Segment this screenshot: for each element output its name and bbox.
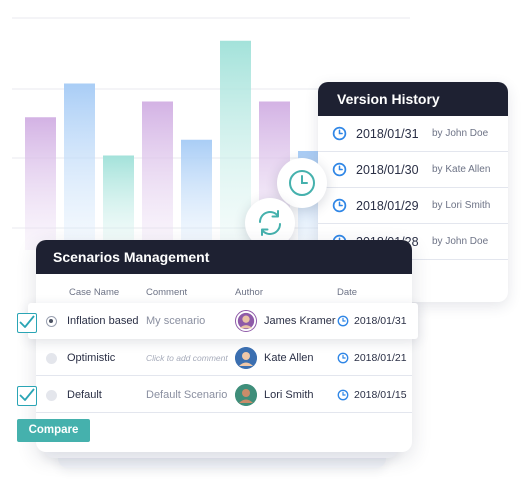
version-history-title: Version History	[318, 82, 508, 116]
case-author: Kate Allen	[264, 352, 314, 364]
column-header-date: Date	[337, 287, 358, 298]
history-clock-button[interactable]	[277, 158, 327, 208]
clock-icon	[332, 198, 347, 213]
scenarios-title: Scenarios Management	[36, 240, 412, 274]
version-author: by John Doe	[432, 236, 489, 247]
version-date: 2018/01/29	[356, 198, 419, 213]
clock-icon	[332, 126, 347, 141]
column-header-comment: Comment	[146, 287, 188, 298]
column-header-author: Author	[235, 287, 263, 298]
row-checkbox[interactable]	[17, 313, 37, 333]
table-row[interactable]: Optimistic Click to add comment Kate Allen…	[36, 340, 412, 376]
case-name: Optimistic	[67, 352, 116, 364]
case-author: Lori Smith	[264, 389, 314, 401]
background-bar	[181, 139, 212, 250]
column-header-case-name: Case Name	[69, 287, 120, 298]
case-date: 2018/01/31	[354, 315, 407, 327]
version-author: by John Doe	[432, 128, 489, 139]
clock-icon	[337, 352, 349, 364]
version-author: by Lori Smith	[432, 200, 491, 211]
version-date: 2018/01/30	[356, 162, 419, 177]
background-bar	[142, 101, 173, 250]
avatar	[235, 347, 257, 369]
version-date: 2018/01/31	[356, 126, 419, 141]
version-entry[interactable]: 2018/01/29 by Lori Smith	[318, 188, 508, 224]
checkmark-icon	[19, 388, 35, 401]
row-radio[interactable]	[46, 352, 57, 364]
table-row[interactable]: Inflation based My scenario James Kramer 20…	[28, 303, 418, 339]
version-entry[interactable]: 2018/01/30 by Kate Allen	[318, 152, 508, 188]
version-entry[interactable]: 2018/01/31 by John Doe	[318, 116, 508, 152]
avatar	[235, 384, 257, 406]
case-name: Inflation based	[67, 315, 139, 327]
case-comment: Default Scenario	[146, 389, 228, 401]
version-author: by Kate Allen	[432, 164, 491, 175]
avatar	[235, 310, 257, 332]
scenarios-management-panel: Scenarios Management Case Name Comment A…	[28, 240, 418, 452]
case-name: Default	[67, 389, 102, 401]
background-bar	[64, 83, 95, 250]
background-bar	[103, 155, 134, 250]
background-bar	[25, 117, 56, 250]
compare-button[interactable]: Compare	[17, 419, 90, 442]
case-author: James Kramer	[264, 315, 336, 327]
case-comment[interactable]: Click to add comment	[146, 353, 228, 363]
clock-icon	[289, 170, 315, 196]
row-radio[interactable]	[46, 389, 57, 401]
checkmark-icon	[19, 315, 35, 328]
clock-icon	[332, 162, 347, 177]
row-checkbox[interactable]	[17, 386, 37, 406]
case-date: 2018/01/21	[354, 352, 407, 364]
case-comment: My scenario	[146, 315, 206, 327]
case-date: 2018/01/15	[354, 389, 407, 401]
clock-icon	[337, 315, 349, 327]
refresh-icon	[259, 210, 281, 236]
table-row[interactable]: Default Default Scenario Lori Smith 2018/01…	[36, 377, 412, 413]
clock-icon	[337, 389, 349, 401]
row-radio[interactable]	[46, 315, 57, 327]
